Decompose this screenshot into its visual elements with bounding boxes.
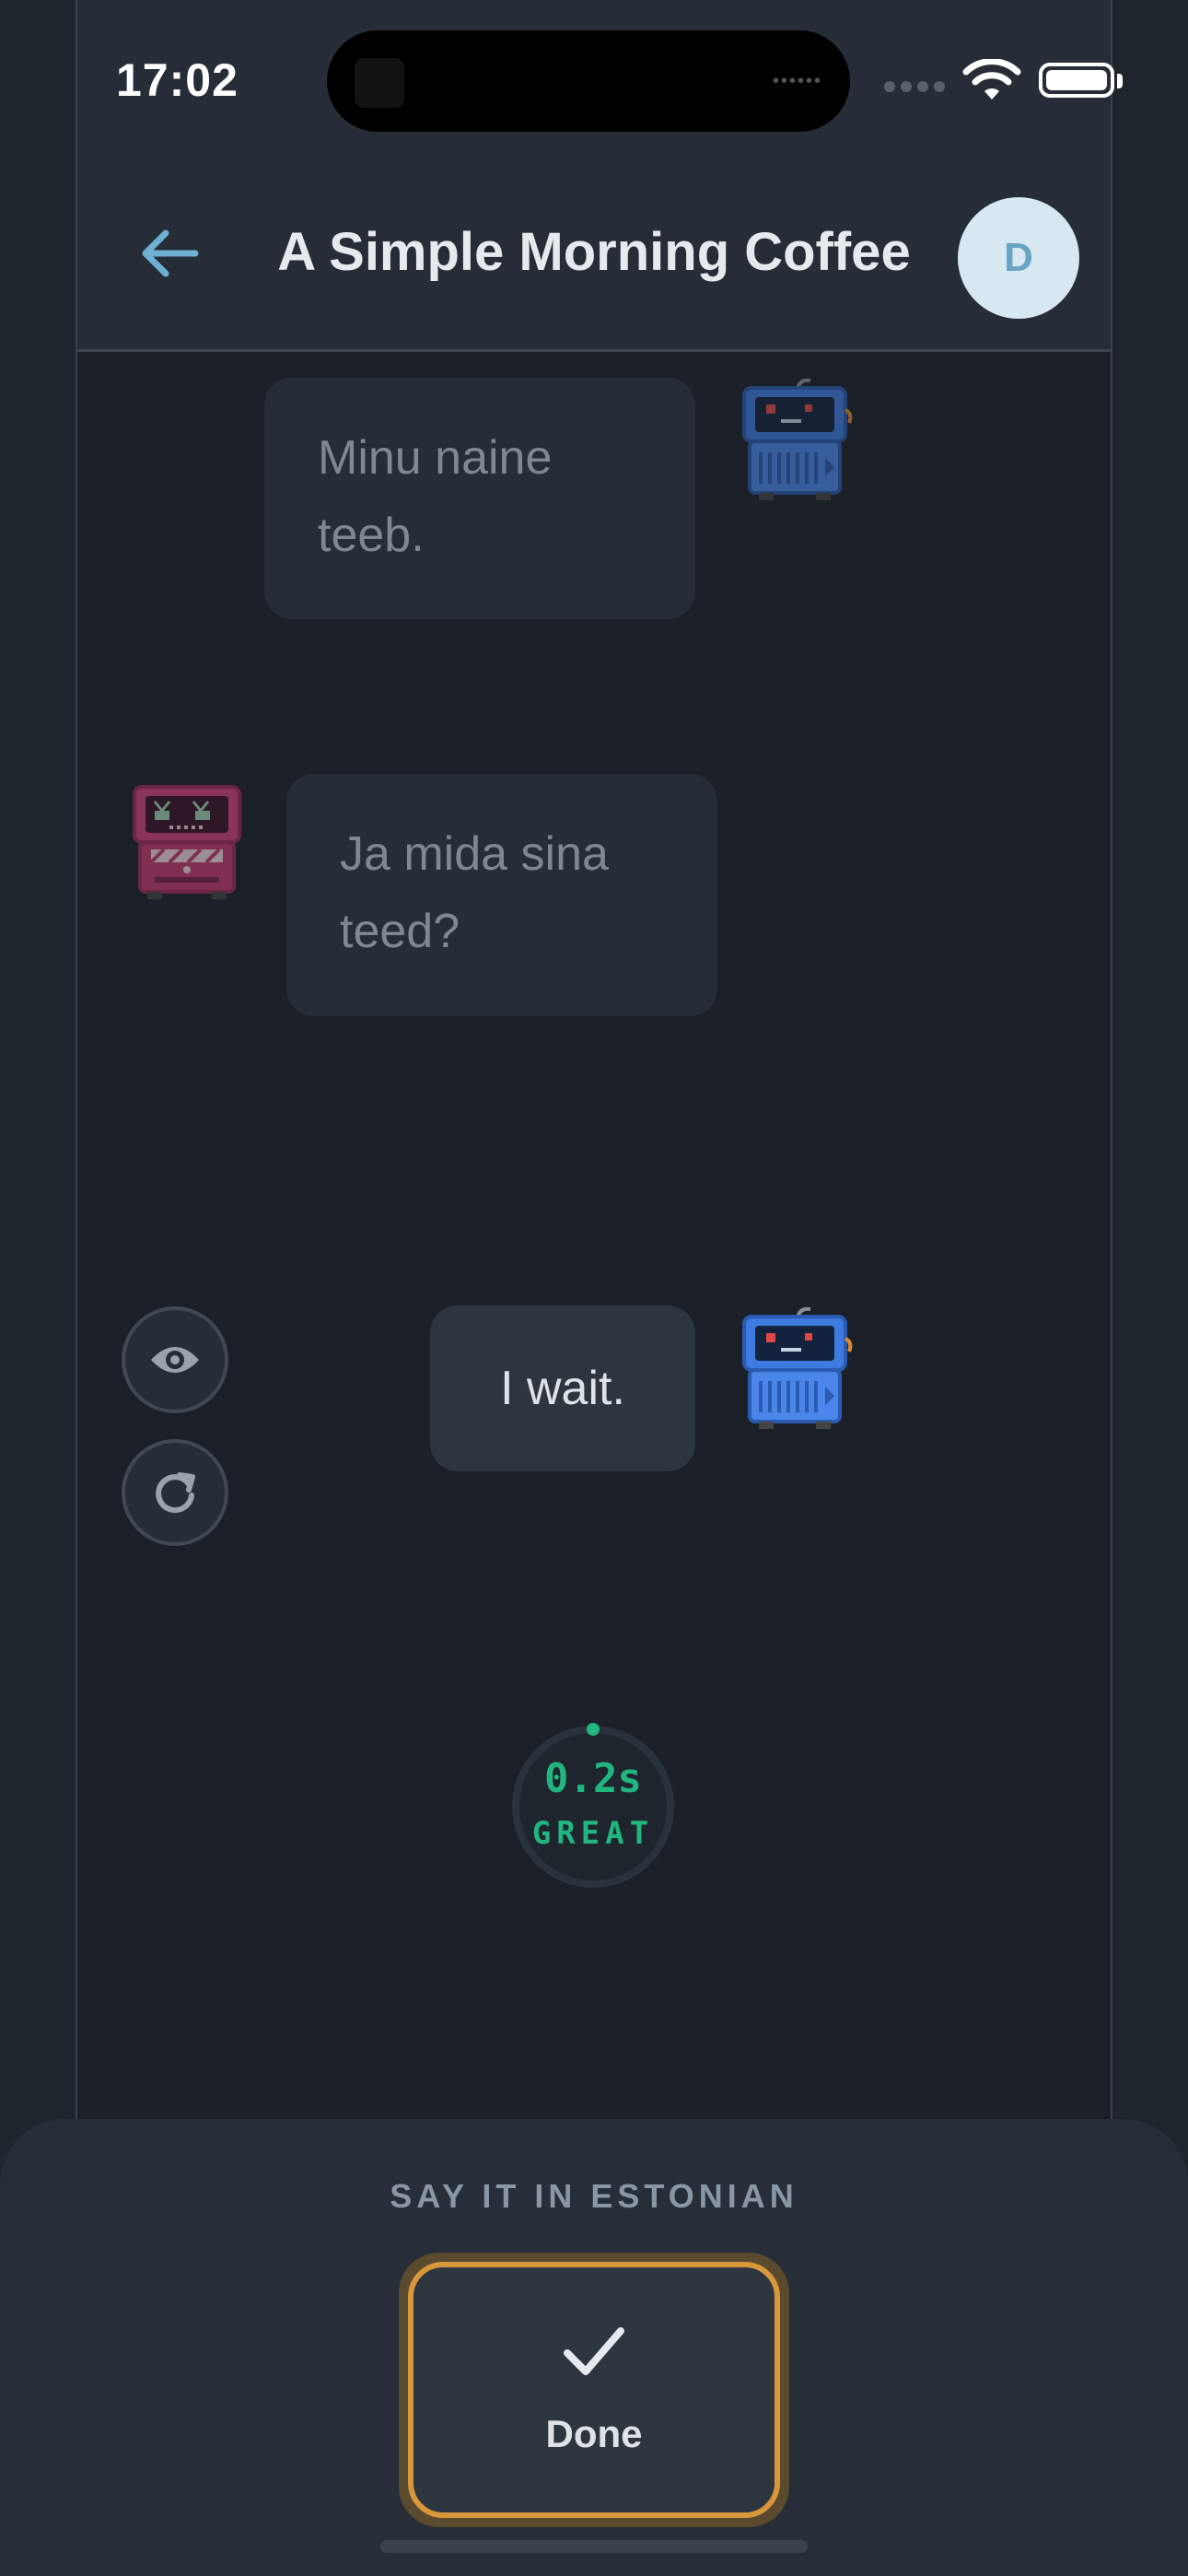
reveal-button[interactable] xyxy=(122,1306,228,1413)
refresh-icon xyxy=(156,1472,195,1514)
dynamic-island: •••••• xyxy=(327,30,850,132)
pink-robot-icon xyxy=(133,785,241,899)
checkmark-icon xyxy=(564,2327,624,2375)
camera-icon xyxy=(355,58,404,108)
home-indicator xyxy=(380,2540,808,2553)
battery-tip xyxy=(1117,74,1123,88)
timer-rating: GREAT xyxy=(531,1815,655,1852)
back-arrow-icon[interactable] xyxy=(138,226,203,281)
message-bubble: Ja mida sina teed? xyxy=(286,774,717,1016)
status-time: 17:02 xyxy=(116,54,239,106)
blue-robot-icon xyxy=(742,378,853,500)
done-label: Done xyxy=(545,2412,643,2455)
eye-icon xyxy=(151,1347,199,1373)
timer-value: 0.2s xyxy=(544,1755,642,1802)
response-timer-ring xyxy=(512,1723,674,1888)
avatar[interactable]: D xyxy=(958,197,1079,319)
done-button[interactable] xyxy=(408,2262,780,2518)
island-dots: •••••• xyxy=(772,71,822,91)
signal-icon xyxy=(884,81,945,92)
message-bubble-current: I wait. xyxy=(430,1306,695,1471)
replay-button[interactable] xyxy=(122,1439,228,1546)
battery-icon xyxy=(1039,63,1114,98)
page-title: A Simple Morning Coffee xyxy=(277,222,911,282)
message-bubble: Minu naine teeb. xyxy=(264,378,695,619)
prompt-label: SAY IT IN ESTONIAN xyxy=(390,2177,798,2215)
blue-robot-icon xyxy=(742,1306,853,1429)
wifi-icon xyxy=(962,59,1021,100)
